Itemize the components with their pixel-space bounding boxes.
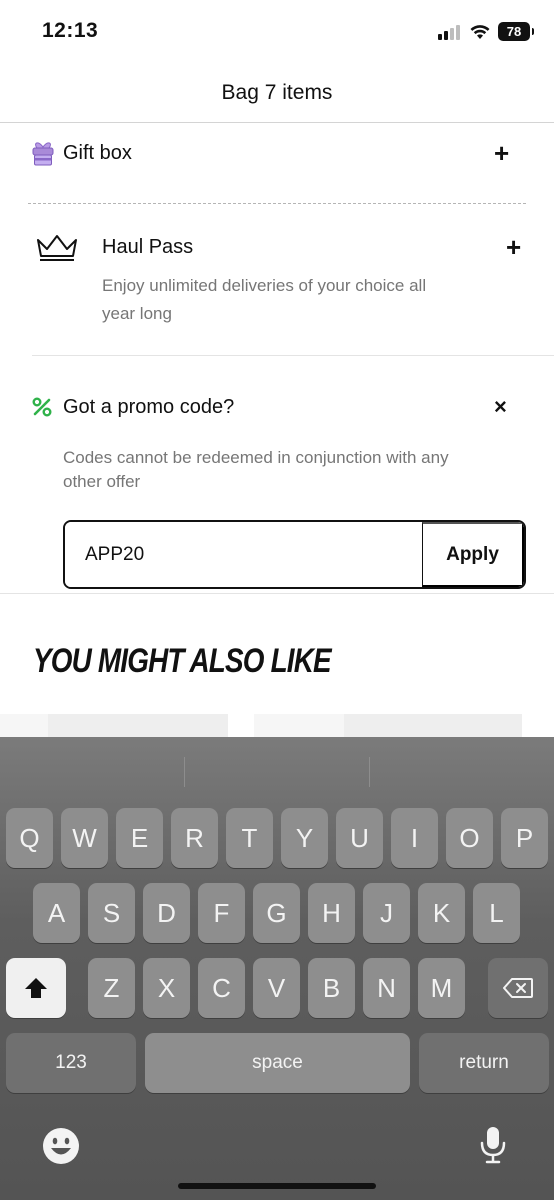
battery-indicator: 78 bbox=[498, 22, 534, 41]
promo-description: Codes cannot be redeemed in conjunction … bbox=[63, 448, 449, 491]
status-time: 12:13 bbox=[42, 19, 99, 42]
key[interactable]: F bbox=[198, 883, 245, 943]
apply-button[interactable]: Apply bbox=[422, 522, 524, 587]
shift-icon bbox=[25, 978, 47, 998]
numbers-key[interactable]: 123 bbox=[6, 1033, 136, 1093]
key[interactable]: M bbox=[418, 958, 465, 1018]
recommendations-title: YOU MIGHT ALSO LIKE bbox=[33, 642, 332, 680]
emoji-icon[interactable] bbox=[42, 1127, 80, 1165]
key[interactable]: B bbox=[308, 958, 355, 1018]
promo-close-button[interactable]: × bbox=[494, 394, 507, 420]
dashed-divider bbox=[28, 203, 526, 204]
key[interactable]: X bbox=[143, 958, 190, 1018]
suggestion-divider bbox=[184, 757, 185, 787]
gift-box-add-button[interactable]: + bbox=[494, 140, 509, 166]
backspace-key[interactable] bbox=[488, 958, 548, 1018]
haul-pass-description: Enjoy unlimited deliveries of your choic… bbox=[102, 276, 427, 323]
key[interactable]: C bbox=[198, 958, 245, 1018]
key[interactable]: Z bbox=[88, 958, 135, 1018]
promo-title: Got a promo code? bbox=[63, 396, 235, 418]
key[interactable]: A bbox=[33, 883, 80, 943]
promo-code-input[interactable] bbox=[65, 522, 422, 587]
status-bar: 12:13 78 bbox=[0, 0, 554, 64]
key[interactable]: V bbox=[253, 958, 300, 1018]
gift-box-label: Gift box bbox=[63, 142, 132, 164]
page-title: Bag 7 items bbox=[221, 81, 333, 104]
percent-icon bbox=[32, 397, 52, 417]
key[interactable]: D bbox=[143, 883, 190, 943]
key[interactable]: T bbox=[226, 808, 273, 868]
section-divider bbox=[0, 593, 554, 594]
key[interactable]: W bbox=[61, 808, 108, 868]
return-key[interactable]: return bbox=[419, 1033, 549, 1093]
home-indicator bbox=[178, 1183, 376, 1189]
microphone-icon[interactable] bbox=[479, 1125, 507, 1165]
key[interactable]: O bbox=[446, 808, 493, 868]
suggestion-divider bbox=[369, 757, 370, 787]
key[interactable]: I bbox=[391, 808, 438, 868]
key[interactable]: K bbox=[418, 883, 465, 943]
section-divider bbox=[32, 355, 554, 356]
crown-icon bbox=[37, 235, 77, 261]
key[interactable]: E bbox=[116, 808, 163, 868]
signal-icon bbox=[438, 24, 460, 40]
key[interactable]: Q bbox=[6, 808, 53, 868]
key[interactable]: J bbox=[363, 883, 410, 943]
backspace-icon bbox=[503, 978, 533, 998]
wifi-icon bbox=[470, 24, 490, 39]
space-key[interactable]: space bbox=[145, 1033, 410, 1093]
key[interactable]: N bbox=[363, 958, 410, 1018]
key[interactable]: G bbox=[253, 883, 300, 943]
key[interactable]: S bbox=[88, 883, 135, 943]
status-icons: 78 bbox=[438, 22, 534, 41]
gift-icon bbox=[32, 142, 54, 166]
key[interactable]: P bbox=[501, 808, 548, 868]
key[interactable]: R bbox=[171, 808, 218, 868]
shift-key[interactable] bbox=[6, 958, 66, 1018]
haul-pass-title: Haul Pass bbox=[102, 236, 194, 258]
key[interactable]: U bbox=[336, 808, 383, 868]
haul-pass-add-button[interactable]: + bbox=[506, 234, 521, 260]
key[interactable]: Y bbox=[281, 808, 328, 868]
promo-code-form: Apply bbox=[63, 520, 526, 589]
bag-header: Bag 7 items bbox=[0, 64, 554, 123]
key[interactable]: L bbox=[473, 883, 520, 943]
key[interactable]: H bbox=[308, 883, 355, 943]
